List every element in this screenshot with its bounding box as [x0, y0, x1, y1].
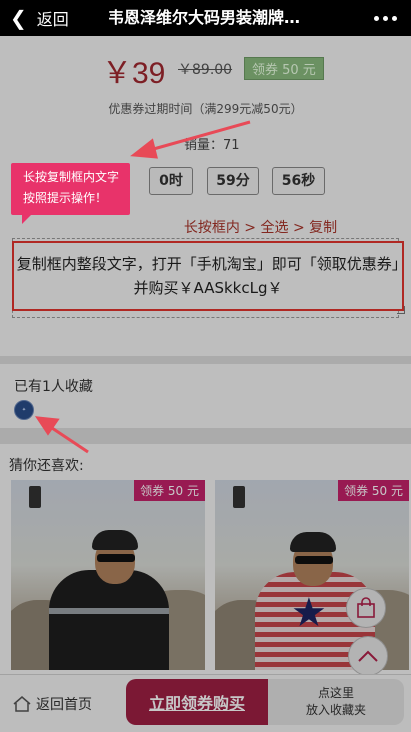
home-button[interactable]: 返回首页	[12, 675, 92, 732]
coupon-badge: 领券 50 元	[338, 480, 409, 501]
brand-logo-icon	[233, 486, 245, 508]
coupon-badge: 领券 50 元	[134, 480, 205, 501]
recommend-title: 猜你还喜欢:	[9, 458, 84, 474]
chevron-up-icon	[358, 650, 378, 662]
collect-count: 已有1人收藏	[14, 379, 93, 395]
price: ￥39	[102, 57, 166, 90]
page-title: 韦恩泽维尔大码男装潮牌…	[108, 8, 301, 27]
copy-instruction: 长按框内 > 全选 > 复制	[183, 220, 338, 236]
coupon-tag: 领券 50 元	[244, 57, 324, 80]
buy-with-coupon-button[interactable]: 立即领券购买	[126, 679, 268, 725]
collect-section: 已有1人收藏 ✦	[0, 364, 411, 428]
sales-count: 销量：71	[184, 138, 240, 153]
tooltip-tail	[22, 214, 32, 224]
bag-icon	[357, 597, 375, 618]
add-favorite-button[interactable]: 点这里 放入收藏夹	[268, 679, 404, 725]
original-price: ￥89.00	[178, 62, 233, 78]
top-bar: ❮ 返回 韦恩泽维尔大码男装潮牌…	[0, 0, 411, 36]
timer-minutes: 59分	[207, 167, 259, 195]
price-row: ￥39 ￥89.00 领券 50 元	[0, 48, 411, 90]
copy-textarea[interactable]: 复制框内整段文字，打开「手机淘宝」即可「领取优惠券」并购买￥AASkkcLg￥	[12, 241, 404, 311]
timer-seconds: 56秒	[272, 167, 325, 195]
product-card[interactable]: 领券 50 元	[11, 480, 205, 670]
cart-button[interactable]	[346, 588, 386, 628]
timer-hours: 0时	[149, 167, 193, 195]
star-print-icon: ★	[291, 590, 327, 636]
scroll-top-button[interactable]	[348, 636, 388, 676]
back-button[interactable]: ❮ 返回	[10, 0, 69, 36]
resize-handle-icon[interactable]	[397, 306, 405, 314]
recommend-section: 猜你还喜欢: 领券 50 元 ★ 领券 50 元	[0, 444, 411, 674]
tutorial-tooltip: 长按复制框内文字 按照提示操作！	[11, 163, 130, 215]
chevron-left-icon: ❮	[10, 6, 27, 30]
bottom-bar: 返回首页 立即领券购买 点这里 放入收藏夹	[0, 674, 411, 732]
home-icon	[13, 696, 31, 712]
home-label: 返回首页	[36, 697, 92, 713]
back-label: 返回	[36, 10, 69, 29]
more-icon[interactable]	[374, 0, 397, 36]
brand-logo-icon	[29, 486, 41, 508]
expire-text: 优惠券过期时间（满299元减50元）	[108, 102, 303, 116]
avatar[interactable]: ✦	[14, 400, 34, 420]
